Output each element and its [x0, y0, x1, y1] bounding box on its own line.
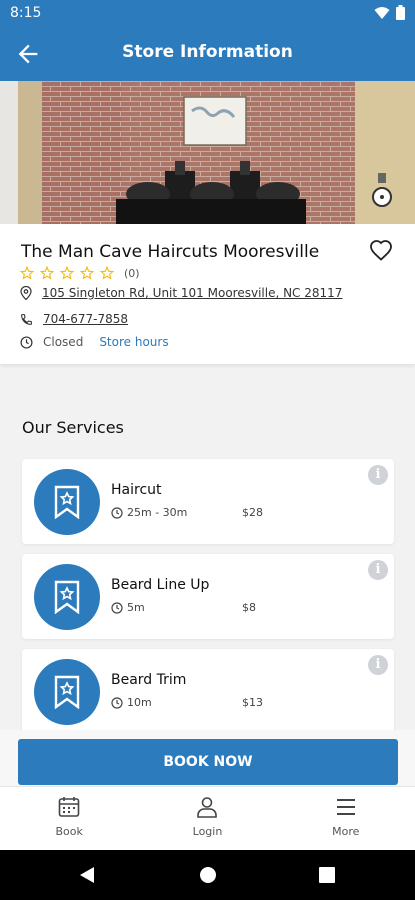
star-icon [100, 266, 114, 280]
star-icon [80, 266, 94, 280]
info-icon[interactable]: i [368, 655, 388, 675]
clock-icon [111, 696, 123, 709]
service-badge [34, 469, 100, 535]
store-photo [0, 81, 415, 224]
nav-label: Login [192, 825, 223, 838]
service-card-beard-trim[interactable]: Beard Trim 10m $13 i [22, 649, 394, 734]
store-hours-link[interactable]: Store hours [99, 335, 168, 349]
user-icon [197, 797, 218, 818]
system-home-icon[interactable] [199, 866, 217, 884]
service-duration: 5m [111, 601, 145, 614]
service-card-haircut[interactable]: Haircut 25m - 30m $28 i [22, 459, 394, 544]
address-row: 105 Singleton Rd, Unit 101 Mooresville, … [20, 286, 342, 300]
service-name: Beard Line Up [111, 577, 210, 593]
system-recents-icon[interactable] [319, 867, 335, 883]
location-pin-icon [20, 286, 32, 300]
service-badge [34, 564, 100, 630]
clock-icon [111, 506, 123, 519]
service-duration: 25m - 30m [111, 506, 187, 519]
nav-label: Book [55, 825, 83, 838]
status-icons [374, 5, 405, 20]
service-name: Beard Trim [111, 672, 187, 688]
nav-item-login[interactable]: Login [138, 787, 276, 850]
hours-row: Closed Store hours [20, 335, 169, 349]
phone-icon [21, 313, 32, 325]
book-now-bar: BOOK NOW [0, 730, 415, 786]
store-name: The Man Cave Haircuts Mooresville [21, 242, 320, 262]
heart-icon[interactable] [369, 239, 393, 263]
services-heading: Our Services [22, 418, 124, 437]
nav-item-book[interactable]: Book [0, 787, 138, 850]
service-duration-text: 5m [127, 601, 145, 614]
service-card-beard-line-up[interactable]: Beard Line Up 5m $8 i [22, 554, 394, 639]
service-duration-text: 25m - 30m [127, 506, 188, 519]
store-info-card: The Man Cave Haircuts Mooresville (0) 10… [0, 224, 415, 364]
battery-icon [396, 5, 405, 20]
star-icon [60, 266, 74, 280]
star-rating: (0) [20, 266, 140, 280]
service-price: $28 [242, 506, 263, 519]
app-bar: Store Information [0, 26, 415, 81]
star-icon [40, 266, 54, 280]
service-duration-text: 10m [127, 696, 152, 709]
status-time: 8:15 [10, 5, 42, 21]
service-duration: 10m [111, 696, 152, 709]
store-phone-link[interactable]: 704-677-7858 [43, 312, 128, 326]
nav-label: More [332, 825, 360, 838]
clock-icon [20, 335, 33, 349]
page-title: Store Information [122, 42, 293, 62]
bookmark-star-icon [54, 485, 80, 519]
star-icon [20, 266, 34, 280]
service-price: $13 [242, 696, 263, 709]
bookmark-star-icon [54, 675, 80, 709]
book-now-button[interactable]: BOOK NOW [18, 739, 398, 785]
wifi-icon [374, 6, 390, 19]
bottom-nav: Book Login More [0, 786, 415, 850]
calendar-icon [58, 797, 80, 817]
system-back-icon[interactable] [78, 866, 96, 884]
service-price: $8 [242, 601, 256, 614]
service-badge [34, 659, 100, 725]
store-address-link[interactable]: 105 Singleton Rd, Unit 101 Mooresville, … [42, 286, 342, 300]
info-icon[interactable]: i [368, 560, 388, 580]
status-bar: 8:15 [0, 0, 415, 26]
phone-row: 704-677-7858 [20, 312, 128, 326]
bookmark-star-icon [54, 580, 80, 614]
store-status: Closed [43, 335, 84, 349]
nav-item-more[interactable]: More [277, 787, 415, 850]
system-nav-bar [0, 850, 415, 900]
menu-icon [336, 799, 355, 815]
clock-icon [111, 601, 123, 614]
info-icon[interactable]: i [368, 465, 388, 485]
service-name: Haircut [111, 482, 162, 498]
rating-count: (0) [124, 266, 140, 280]
